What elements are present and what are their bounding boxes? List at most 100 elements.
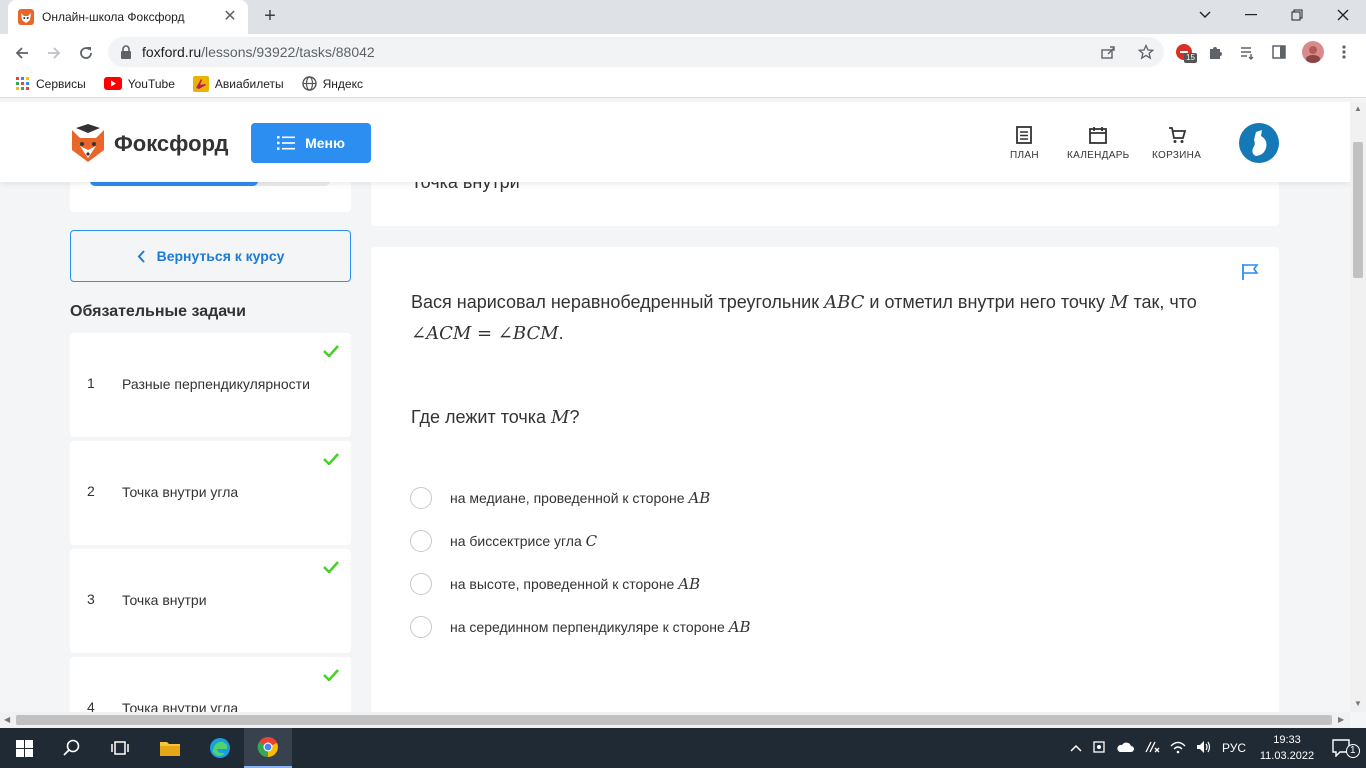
- task-item[interactable]: 1 Разные перпендикулярности: [70, 333, 351, 437]
- reading-list-icon[interactable]: [1237, 42, 1257, 62]
- menu-button[interactable]: Меню: [251, 123, 371, 163]
- radio-button[interactable]: [410, 616, 432, 638]
- bookmark-youtube[interactable]: YouTube: [103, 77, 175, 91]
- chrome-menu-icon[interactable]: [1334, 42, 1354, 62]
- task-number: 4: [87, 699, 95, 712]
- input-language[interactable]: РУС: [1222, 741, 1246, 755]
- bookmark-star-icon[interactable]: [1138, 44, 1154, 60]
- extensions-puzzle-icon[interactable]: [1206, 42, 1226, 62]
- task-item[interactable]: 3 Точка внутри: [70, 549, 351, 653]
- math-angle-equality: ∠ACM = ∠BCM: [411, 323, 559, 344]
- task-statement: Вася нарисовал неравнобедренный треуголь…: [411, 292, 1197, 344]
- windows-start-icon[interactable]: [0, 728, 48, 768]
- system-tray: РУС: [1070, 728, 1246, 768]
- restore-button[interactable]: [1274, 0, 1320, 30]
- scroll-down-arrow-icon[interactable]: ▼: [1354, 699, 1362, 708]
- browser-tab[interactable]: Онлайн-школа Фоксфорд ✕: [8, 0, 248, 34]
- bookmark-yandex[interactable]: Яндекс: [301, 76, 363, 91]
- clock-date: 11.03.2022: [1259, 750, 1315, 762]
- chrome-browser-icon[interactable]: [244, 728, 292, 768]
- task-question: Где лежит точка M?: [411, 407, 580, 428]
- cart-icon: [1168, 127, 1186, 143]
- notifications-icon[interactable]: 1: [1318, 728, 1366, 768]
- extension-adblock-icon[interactable]: 15: [1174, 42, 1197, 63]
- vertical-scrollbar[interactable]: ▲ ▼: [1350, 102, 1366, 712]
- back-arrow-icon[interactable]: [9, 40, 35, 66]
- fox-logo-icon: [72, 124, 104, 162]
- report-flag-icon[interactable]: [1241, 263, 1259, 281]
- calendar-icon: [1089, 127, 1108, 144]
- scroll-right-arrow-icon[interactable]: ▶: [1338, 715, 1344, 724]
- network-adapter-icon[interactable]: [1092, 740, 1106, 757]
- browser-tab-bar: Онлайн-школа Фоксфорд ✕ +: [0, 0, 1366, 34]
- task-name: Точка внутри: [122, 592, 207, 608]
- answer-option[interactable]: на серединном перпендикуляре к стороне A…: [410, 616, 751, 638]
- foxford-favicon-icon: [18, 9, 34, 25]
- search-icon[interactable]: [48, 728, 96, 768]
- tray-chevron-up-icon[interactable]: [1070, 741, 1082, 755]
- answer-option[interactable]: на медиане, проведенной к стороне AB: [410, 487, 710, 509]
- task-name: Разные перпендикулярности: [122, 376, 310, 392]
- chevron-left-icon: [137, 249, 145, 263]
- close-window-button[interactable]: [1320, 0, 1366, 30]
- task-item[interactable]: 4 Точка внутри угла: [70, 657, 351, 712]
- bookmarks-bar: Сервисы YouTube Авиабилеты Яндекс: [0, 70, 1366, 98]
- scroll-left-arrow-icon[interactable]: ◀: [4, 715, 10, 724]
- windows-taskbar: РУС 19:33 11.03.2022 1: [0, 728, 1366, 768]
- side-panel-icon[interactable]: [1269, 42, 1289, 62]
- check-icon: [323, 345, 339, 357]
- answer-option[interactable]: на высоте, проведенной к стороне AB: [410, 573, 700, 595]
- forward-arrow-icon[interactable]: [41, 40, 67, 66]
- youtube-icon: [103, 77, 122, 90]
- new-tab-button[interactable]: +: [259, 6, 281, 28]
- task-view-icon[interactable]: [96, 728, 144, 768]
- answer-option-label: на медиане, проведенной к стороне AB: [450, 489, 711, 507]
- radio-button[interactable]: [410, 530, 432, 552]
- horizontal-scroll-thumb[interactable]: [16, 715, 1332, 725]
- edge-browser-icon[interactable]: [196, 728, 244, 768]
- browser-toolbar: foxford.ru/lessons/93922/tasks/88042 15: [0, 34, 1366, 70]
- tab-search-icon[interactable]: [1182, 0, 1228, 30]
- math-triangle: ABC: [824, 292, 865, 313]
- page-viewport: Фоксфорд Меню ПЛАН КАЛЕНДАРЬ КОРЗИНА Вер…: [0, 102, 1350, 712]
- reload-icon[interactable]: [73, 40, 99, 66]
- radio-button[interactable]: [410, 573, 432, 595]
- tab-close-icon[interactable]: ✕: [222, 9, 238, 25]
- math-point: M: [1110, 292, 1129, 313]
- file-explorer-icon[interactable]: [146, 728, 194, 768]
- nav-plan[interactable]: ПЛАН: [1010, 126, 1039, 161]
- scroll-up-arrow-icon[interactable]: ▲: [1354, 104, 1362, 113]
- bookmark-flights[interactable]: Авиабилеты: [192, 75, 284, 92]
- plan-icon: [1016, 126, 1033, 144]
- task-number: 1: [87, 375, 95, 391]
- keyboard-layout-icon[interactable]: [1144, 740, 1160, 757]
- onedrive-cloud-icon[interactable]: [1116, 741, 1134, 756]
- address-bar[interactable]: foxford.ru/lessons/93922/tasks/88042: [108, 37, 1164, 67]
- nav-cart[interactable]: КОРЗИНА: [1152, 126, 1201, 161]
- notification-count: 1: [1346, 744, 1360, 758]
- menu-list-icon: [277, 136, 296, 150]
- bookmark-services[interactable]: Сервисы: [16, 76, 86, 91]
- vertical-scroll-thumb[interactable]: [1353, 142, 1363, 278]
- apps-grid-icon: [16, 76, 29, 90]
- site-logo[interactable]: Фоксфорд: [70, 124, 228, 164]
- answer-option-label: на высоте, проведенной к стороне AB: [450, 575, 701, 593]
- user-avatar[interactable]: [1239, 123, 1279, 163]
- math-point: M: [551, 407, 570, 428]
- url-text: foxford.ru/lessons/93922/tasks/88042: [142, 44, 375, 60]
- task-item[interactable]: 2 Точка внутри угла: [70, 441, 351, 545]
- minimize-button[interactable]: [1228, 0, 1274, 30]
- wifi-icon[interactable]: [1170, 740, 1186, 757]
- horizontal-scrollbar[interactable]: ◀ ▶: [0, 712, 1350, 728]
- volume-icon[interactable]: [1196, 740, 1212, 757]
- answer-option[interactable]: на биссектрисе угла C: [410, 530, 597, 552]
- share-icon[interactable]: [1100, 44, 1116, 60]
- radio-button[interactable]: [410, 487, 432, 509]
- task-panel: Вася нарисовал неравнобедренный треуголь…: [371, 247, 1279, 712]
- site-header: Фоксфорд Меню ПЛАН КАЛЕНДАРЬ КОРЗИНА: [0, 102, 1350, 182]
- nav-calendar[interactable]: КАЛЕНДАРЬ: [1067, 126, 1130, 161]
- back-to-course-label: Вернуться к курсу: [156, 248, 285, 264]
- profile-avatar-icon[interactable]: [1301, 40, 1325, 64]
- back-to-course-button[interactable]: Вернуться к курсу: [70, 230, 351, 282]
- taskbar-clock[interactable]: 19:33 11.03.2022: [1256, 732, 1318, 764]
